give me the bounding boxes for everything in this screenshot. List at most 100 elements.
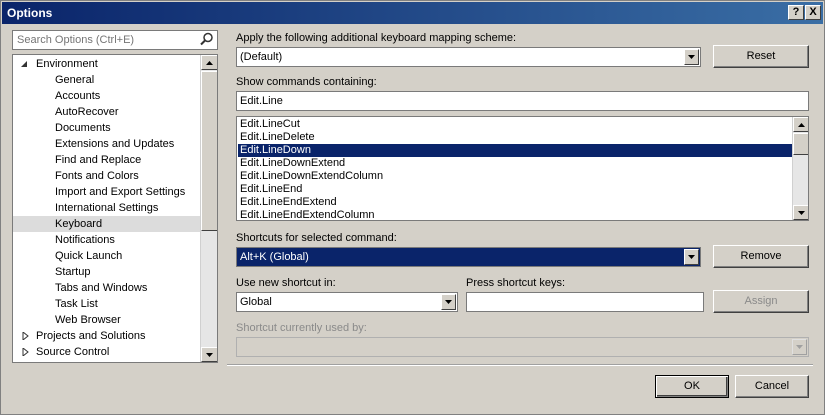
tree-item-label: Keyboard xyxy=(55,218,103,230)
show-commands-label: Show commands containing: xyxy=(236,76,377,88)
chevron-down-icon xyxy=(445,300,452,304)
tree-item-label: Quick Launch xyxy=(55,250,123,262)
press-shortcut-keys-input[interactable] xyxy=(466,292,704,312)
tree-item-notifications[interactable]: Notifications xyxy=(13,232,201,248)
scroll-down-button[interactable] xyxy=(201,347,217,362)
mapping-scheme-select[interactable]: (Default) xyxy=(236,47,701,67)
list-item[interactable]: Edit.LineDownExtend xyxy=(238,157,793,170)
dropdown-button[interactable] xyxy=(441,294,456,310)
dialog-title: Options xyxy=(7,6,53,20)
tree-item-keyboard[interactable]: Keyboard xyxy=(13,216,201,232)
chevron-down-icon xyxy=(796,345,803,349)
scroll-thumb[interactable] xyxy=(793,133,808,155)
footer-separator xyxy=(227,364,813,366)
tree-item-accounts[interactable]: Accounts xyxy=(13,88,201,104)
used-by-label: Shortcut currently used by: xyxy=(236,322,367,334)
mapping-scheme-value: (Default) xyxy=(240,51,283,63)
dropdown-button[interactable] xyxy=(792,339,807,355)
shortcuts-value: Alt+K (Global) xyxy=(240,251,309,263)
title-bar[interactable]: Options ? X xyxy=(2,2,823,24)
list-item[interactable]: Edit.LineEnd xyxy=(238,183,793,196)
tree-item-environment[interactable]: Environment xyxy=(13,56,201,72)
tree-item-projects-solutions[interactable]: Projects and Solutions xyxy=(13,328,201,344)
up-arrow-icon xyxy=(798,123,805,127)
shortcuts-label: Shortcuts for selected command: xyxy=(236,232,397,244)
commands-scrollbar[interactable] xyxy=(792,117,808,220)
tree-item-label: Documents xyxy=(55,122,111,134)
use-new-shortcut-value: Global xyxy=(240,296,272,308)
tree-item-label: Startup xyxy=(55,266,91,278)
tree-item-import-export[interactable]: Import and Export Settings xyxy=(13,184,201,200)
reset-button[interactable]: Reset xyxy=(713,45,809,68)
tree-item-fonts-colors[interactable]: Fonts and Colors xyxy=(13,168,201,184)
tree-item-label: Accounts xyxy=(55,90,101,102)
tree-item-tabs-windows[interactable]: Tabs and Windows xyxy=(13,280,201,296)
up-arrow-icon xyxy=(206,61,213,65)
assign-button[interactable]: Assign xyxy=(713,290,809,313)
dropdown-button[interactable] xyxy=(684,49,699,65)
scroll-up-button[interactable] xyxy=(201,55,217,70)
help-button[interactable]: ? xyxy=(788,5,804,20)
used-by-select[interactable] xyxy=(236,337,809,357)
mapping-scheme-label: Apply the following additional keyboard … xyxy=(236,32,517,44)
list-item[interactable]: Edit.LineDownExtendColumn xyxy=(238,170,793,183)
tree-item-documents[interactable]: Documents xyxy=(13,120,201,136)
tree-item-task-list[interactable]: Task List xyxy=(13,296,201,312)
tree-item-label: Extensions and Updates xyxy=(55,138,175,150)
list-item[interactable]: Edit.LineDelete xyxy=(238,131,793,144)
list-item[interactable]: Edit.LineEndExtend xyxy=(238,196,793,209)
use-new-shortcut-select[interactable]: Global xyxy=(236,292,458,312)
dropdown-button[interactable] xyxy=(684,249,699,265)
tree-item-label: International Settings xyxy=(55,202,159,214)
scroll-thumb[interactable] xyxy=(201,71,217,231)
commands-list[interactable]: Edit.LineCut Edit.LineDelete Edit.LineDo… xyxy=(236,116,809,221)
tree-item-label: Find and Replace xyxy=(55,154,142,166)
scroll-up-button[interactable] xyxy=(793,117,808,132)
search-input[interactable] xyxy=(15,32,195,48)
tree-item-source-control[interactable]: Source Control xyxy=(13,344,201,360)
collapsed-arrow-icon[interactable] xyxy=(22,348,30,356)
search-options-box xyxy=(12,30,218,50)
search-icon[interactable] xyxy=(200,32,214,46)
cancel-button[interactable]: Cancel xyxy=(735,375,809,398)
tree-item-autorecover[interactable]: AutoRecover xyxy=(13,104,201,120)
tree-item-label: Environment xyxy=(36,58,98,70)
tree-item-web-browser[interactable]: Web Browser xyxy=(13,312,201,328)
tree-item-label: Web Browser xyxy=(55,314,121,326)
tree-item-international[interactable]: International Settings xyxy=(13,200,201,216)
tree-item-find-replace[interactable]: Find and Replace xyxy=(13,152,201,168)
tree-item-label: Notifications xyxy=(55,234,115,246)
command-filter-input[interactable]: Edit.Line xyxy=(236,91,809,111)
tree-item-general[interactable]: General xyxy=(13,72,201,88)
remove-button[interactable]: Remove xyxy=(713,245,809,268)
tree-item-label: General xyxy=(55,74,95,86)
command-filter-value: Edit.Line xyxy=(240,95,283,107)
tree-item-label: AutoRecover xyxy=(55,106,119,118)
press-shortcut-keys-label: Press shortcut keys: xyxy=(466,277,566,289)
list-item-selected[interactable]: Edit.LineDown xyxy=(238,144,793,157)
chevron-down-icon xyxy=(688,255,695,259)
tree-item-label: Import and Export Settings xyxy=(55,186,186,198)
tree-item-extensions[interactable]: Extensions and Updates xyxy=(13,136,201,152)
tree-scrollbar[interactable] xyxy=(200,55,217,362)
tree-item-label: Source Control xyxy=(36,346,110,358)
chevron-down-icon xyxy=(688,55,695,59)
tree-item-label: Task List xyxy=(55,298,98,310)
list-item[interactable]: Edit.LineCut xyxy=(238,118,793,131)
close-button[interactable]: X xyxy=(805,5,821,20)
down-arrow-icon xyxy=(798,211,805,215)
list-item[interactable]: Edit.LineEndExtendColumn xyxy=(238,209,793,220)
options-tree: Environment General Accounts AutoRecover… xyxy=(12,54,218,363)
scroll-down-button[interactable] xyxy=(793,205,808,220)
expanded-arrow-icon[interactable] xyxy=(20,60,28,68)
shortcuts-select[interactable]: Alt+K (Global) xyxy=(236,247,701,267)
tree-item-label: Projects and Solutions xyxy=(36,330,146,342)
tree-item-label: Fonts and Colors xyxy=(55,170,139,182)
tree-item-startup[interactable]: Startup xyxy=(13,264,201,280)
tree-item-quick-launch[interactable]: Quick Launch xyxy=(13,248,201,264)
use-new-shortcut-label: Use new shortcut in: xyxy=(236,277,336,289)
collapsed-arrow-icon[interactable] xyxy=(22,332,30,340)
ok-button[interactable]: OK xyxy=(655,375,729,398)
options-dialog: Options ? X Environment General Accounts… xyxy=(0,0,825,415)
down-arrow-icon xyxy=(206,353,213,357)
